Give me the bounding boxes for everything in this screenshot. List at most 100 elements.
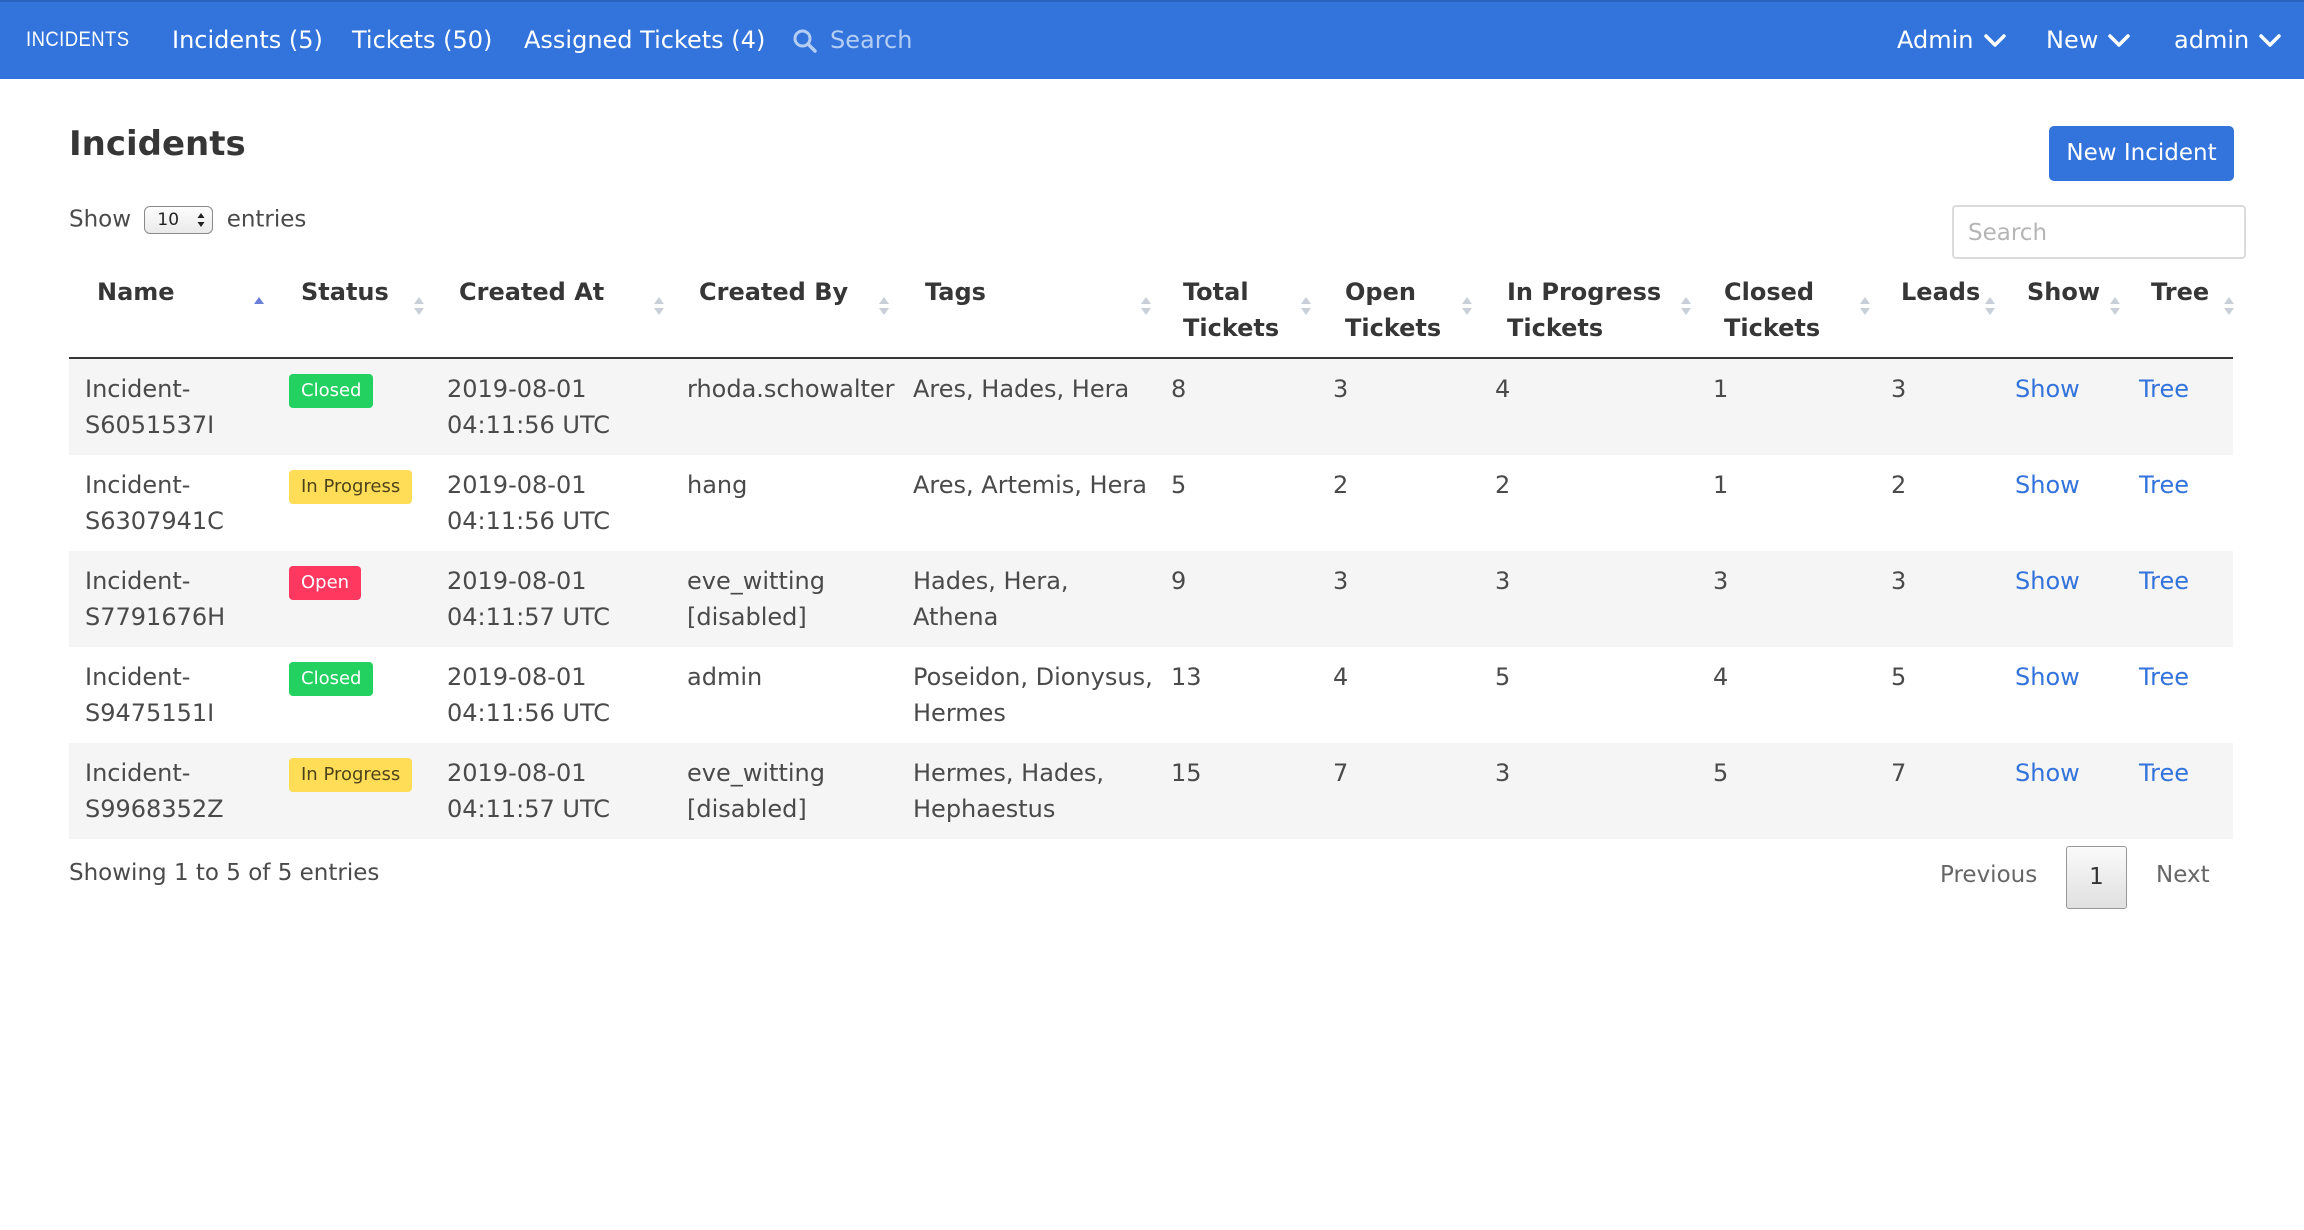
cell-total-tickets: 9 xyxy=(1171,567,1187,595)
cell-created-by: hang xyxy=(687,471,748,499)
cell-closed-tickets: 1 xyxy=(1713,375,1729,403)
cell-created-by: rhoda.schowalter xyxy=(687,375,895,403)
sort-icon[interactable] xyxy=(1859,296,1871,316)
table-info: Showing 1 to 5 of 5 entries xyxy=(69,860,380,886)
table-search-input[interactable]: Search xyxy=(1952,205,2246,259)
sort-icon[interactable] xyxy=(653,296,665,316)
cell-in-progress-tickets: 3 xyxy=(1495,567,1511,595)
pagination-previous[interactable]: Previous xyxy=(1940,862,2037,888)
select-arrows-icon xyxy=(197,213,205,227)
cell-in-progress-tickets: 4 xyxy=(1495,375,1511,403)
column-header-tree[interactable]: Tree xyxy=(2151,274,2231,310)
cell-tags: Poseidon, Dionysus, Hermes xyxy=(913,663,1153,727)
cell-tags: Hermes, Hades, Hephaestus xyxy=(913,759,1105,823)
entries-label: entries xyxy=(226,206,307,233)
cell-total-tickets: 8 xyxy=(1171,375,1187,403)
table-row: Incident-S9968352Z In Progress 2019-08-01 … xyxy=(69,743,2233,839)
entries-select-value: 10 xyxy=(157,210,180,230)
sort-icon[interactable] xyxy=(1140,296,1152,316)
cell-created-by: eve_witting [disabled] xyxy=(687,759,825,823)
pagination-next[interactable]: Next xyxy=(2156,862,2210,888)
tree-link[interactable]: Tree xyxy=(2139,755,2219,791)
cell-name: Incident-S7791676H xyxy=(85,567,226,631)
user-menu-dropdown[interactable]: admin xyxy=(2174,26,2281,54)
column-header-created-at[interactable]: Created At xyxy=(459,274,679,310)
admin-menu-dropdown[interactable]: Admin xyxy=(1897,26,2006,54)
column-header-leads[interactable]: Leads xyxy=(1901,274,2021,310)
show-link[interactable]: Show xyxy=(2015,371,2115,407)
sort-icon[interactable] xyxy=(2109,296,2121,316)
sort-icon[interactable] xyxy=(253,296,265,316)
nav-link-tickets[interactable]: Tickets (50) xyxy=(352,26,492,54)
user-menu-label: admin xyxy=(2174,26,2250,54)
table-row: Incident-S6051537I Closed 2019-08-01 04:11… xyxy=(69,359,2233,455)
chevron-down-icon xyxy=(1983,34,2006,47)
cell-closed-tickets: 1 xyxy=(1713,471,1729,499)
new-menu-dropdown[interactable]: New xyxy=(2046,26,2131,54)
cell-in-progress-tickets: 3 xyxy=(1495,759,1511,787)
search-icon xyxy=(793,29,817,53)
show-link[interactable]: Show xyxy=(2015,755,2115,791)
cell-name: Incident-S6051537I xyxy=(85,375,215,439)
show-link[interactable]: Show xyxy=(2015,659,2115,695)
status-badge: In Progress xyxy=(289,758,413,792)
table-row: Incident-S6307941C In Progress 2019-08-01 … xyxy=(69,455,2233,551)
table-row: Incident-S9475151I Closed 2019-08-01 04:11… xyxy=(69,647,2233,743)
cell-name: Incident-S9475151I xyxy=(85,663,215,727)
tree-link[interactable]: Tree xyxy=(2139,467,2219,503)
status-badge: Closed xyxy=(289,662,374,696)
column-header-tags[interactable]: Tags xyxy=(925,274,1175,310)
sort-icon[interactable] xyxy=(1984,296,1996,316)
cell-created-at: 2019-08-01 04:11:56 UTC xyxy=(447,375,610,439)
cell-created-by: admin xyxy=(687,663,763,691)
cell-leads: 5 xyxy=(1891,663,1907,691)
cell-name: Incident-S6307941C xyxy=(85,471,224,535)
brand-logo[interactable]: INCIDENTS xyxy=(26,28,130,52)
cell-created-at: 2019-08-01 04:11:56 UTC xyxy=(447,471,610,535)
status-badge: Closed xyxy=(289,374,374,408)
sort-icon[interactable] xyxy=(1300,296,1312,316)
nav-link-incidents[interactable]: Incidents (5) xyxy=(172,26,323,54)
chevron-down-icon xyxy=(2259,34,2281,47)
cell-created-by: eve_witting [disabled] xyxy=(687,567,825,631)
cell-closed-tickets: 3 xyxy=(1713,567,1729,595)
nav-search-field[interactable]: Search xyxy=(792,22,1052,62)
table-row: Incident-S7791676H Open 2019-08-01 04:11:5… xyxy=(69,551,2233,647)
new-incident-button[interactable]: New Incident xyxy=(2049,126,2234,181)
sort-icon[interactable] xyxy=(1461,296,1473,316)
sort-icon[interactable] xyxy=(1680,296,1692,316)
show-link[interactable]: Show xyxy=(2015,563,2115,599)
cell-created-at: 2019-08-01 04:11:57 UTC xyxy=(447,567,610,631)
chevron-down-icon xyxy=(2108,34,2131,47)
tree-link[interactable]: Tree xyxy=(2139,563,2219,599)
sort-icon[interactable] xyxy=(878,296,890,316)
column-header-status[interactable]: Status xyxy=(301,274,421,310)
page-title: Incidents xyxy=(69,124,246,164)
nav-link-assigned-tickets[interactable]: Assigned Tickets (4) xyxy=(524,26,765,54)
cell-open-tickets: 2 xyxy=(1333,471,1349,499)
cell-open-tickets: 4 xyxy=(1333,663,1349,691)
cell-tags: Hades, Hera, Athena xyxy=(913,567,1069,631)
cell-tags: Ares, Hades, Hera xyxy=(913,375,1130,403)
top-navbar: INCIDENTS Incidents (5) Tickets (50) Ass… xyxy=(0,0,2304,79)
entries-select[interactable]: 10 xyxy=(144,206,214,234)
cell-leads: 3 xyxy=(1891,375,1907,403)
cell-closed-tickets: 4 xyxy=(1713,663,1729,691)
cell-tags: Ares, Artemis, Hera xyxy=(913,471,1147,499)
tree-link[interactable]: Tree xyxy=(2139,371,2219,407)
cell-open-tickets: 3 xyxy=(1333,375,1349,403)
tree-link[interactable]: Tree xyxy=(2139,659,2219,695)
new-menu-label: New xyxy=(2046,26,2099,54)
cell-total-tickets: 15 xyxy=(1171,759,1202,787)
pagination-page-1[interactable]: 1 xyxy=(2066,846,2127,909)
sort-icon[interactable] xyxy=(2223,296,2235,316)
incidents-table: Name Status Created At Created By Tags Total … xyxy=(69,260,2235,839)
cell-leads: 2 xyxy=(1891,471,1907,499)
show-link[interactable]: Show xyxy=(2015,467,2115,503)
cell-created-at: 2019-08-01 04:11:57 UTC xyxy=(447,759,610,823)
show-label: Show xyxy=(69,206,132,233)
admin-menu-label: Admin xyxy=(1897,26,1974,54)
cell-created-at: 2019-08-01 04:11:56 UTC xyxy=(447,663,610,727)
sort-icon[interactable] xyxy=(413,296,425,316)
column-header-name[interactable]: Name xyxy=(97,274,257,310)
